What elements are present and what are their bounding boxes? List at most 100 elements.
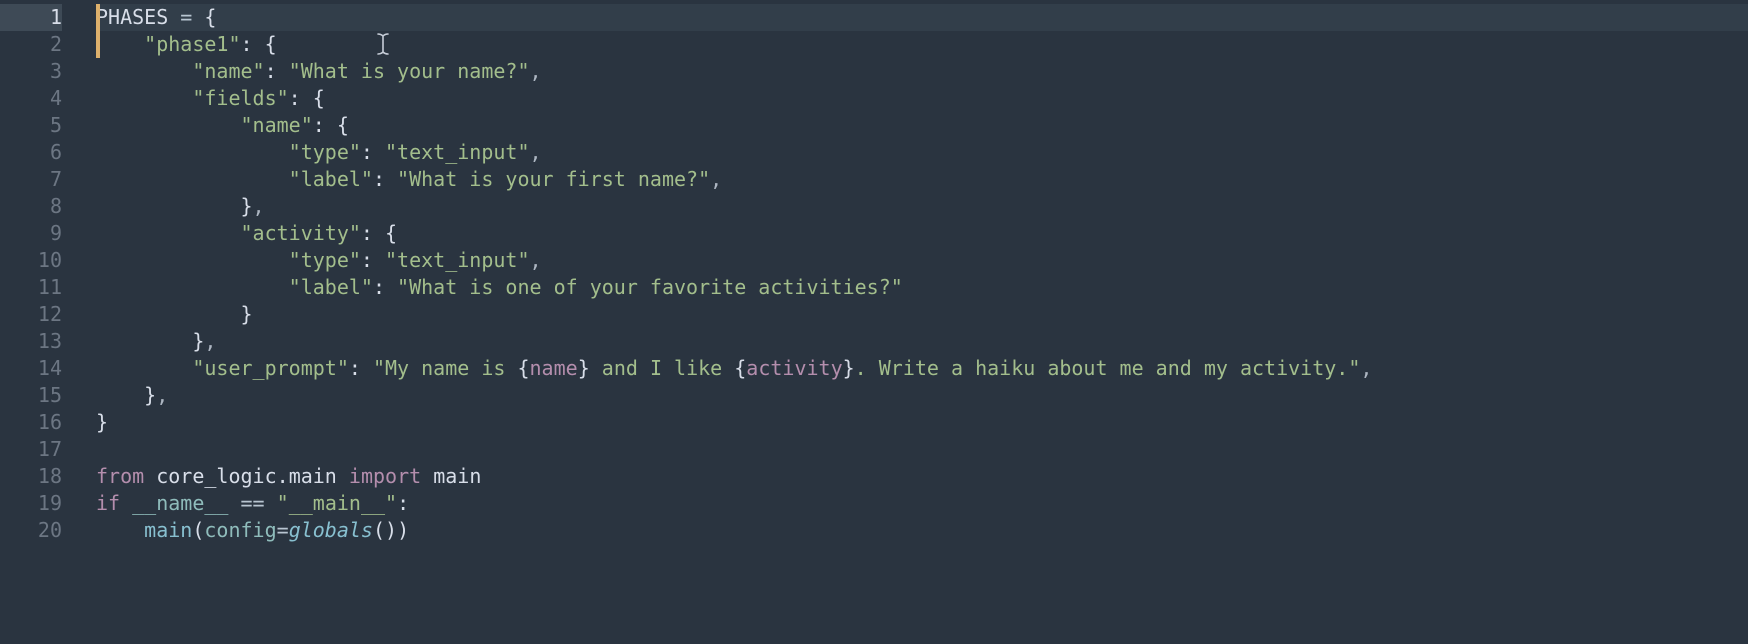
code-token: : <box>313 113 325 137</box>
code-token: "type" <box>289 248 361 272</box>
code-token: } <box>144 383 156 407</box>
code-line[interactable]: if __name__ == "__main__": <box>96 490 1748 517</box>
code-token: "text_input" <box>385 248 530 272</box>
code-line[interactable]: }, <box>96 193 1748 220</box>
code-token <box>265 491 277 515</box>
line-number: 3 <box>0 58 62 85</box>
code-token: activity <box>746 356 842 380</box>
code-token: == <box>241 491 265 515</box>
code-token: globals <box>289 518 373 542</box>
code-line[interactable]: "label": "What is one of your favorite a… <box>96 274 1748 301</box>
code-token: main <box>144 518 192 542</box>
code-token: : <box>265 59 277 83</box>
code-token: : <box>361 248 373 272</box>
code-line[interactable]: "user_prompt": "My name is {name} and I … <box>96 355 1748 382</box>
code-token: , <box>530 140 542 164</box>
code-token <box>325 113 337 137</box>
code-token: : <box>349 356 361 380</box>
code-token: : <box>397 491 409 515</box>
code-token <box>120 491 132 515</box>
code-token <box>96 329 192 353</box>
code-token <box>96 356 192 380</box>
code-token: , <box>1360 356 1372 380</box>
code-token: ( <box>192 518 204 542</box>
code-token <box>385 167 397 191</box>
code-line[interactable]: PHASES = { <box>96 4 1748 31</box>
code-line[interactable]: main(config=globals()) <box>96 517 1748 544</box>
code-token <box>373 248 385 272</box>
line-number: 1 <box>0 4 62 31</box>
code-token <box>361 356 373 380</box>
code-token: = <box>180 5 192 29</box>
code-line[interactable]: }, <box>96 328 1748 355</box>
code-line[interactable]: "type": "text_input", <box>96 247 1748 274</box>
code-token <box>301 86 313 110</box>
line-number: 10 <box>0 247 62 274</box>
code-token: { <box>385 221 397 245</box>
code-line[interactable]: } <box>96 409 1748 436</box>
line-number: 18 <box>0 463 62 490</box>
code-token <box>228 491 240 515</box>
code-token: "My name is <box>373 356 518 380</box>
code-token: __name__ <box>132 491 228 515</box>
line-number: 20 <box>0 517 62 544</box>
code-token <box>421 464 433 488</box>
code-token: main <box>433 464 481 488</box>
code-line[interactable]: from core_logic.main import main <box>96 463 1748 490</box>
code-line[interactable]: "name": { <box>96 112 1748 139</box>
code-token: : <box>361 221 373 245</box>
code-token: and I like <box>590 356 735 380</box>
code-area[interactable]: PHASES = { "phase1": { "name": "What is … <box>80 0 1748 644</box>
code-token: : <box>361 140 373 164</box>
code-token <box>373 221 385 245</box>
code-token: { <box>204 5 216 29</box>
change-marker-icon <box>96 31 100 58</box>
code-token <box>337 464 349 488</box>
code-token: from <box>96 464 144 488</box>
line-number-gutter: 1234567891011121314151617181920 <box>0 0 80 644</box>
code-token: } <box>241 194 253 218</box>
code-line[interactable]: "label": "What is your first name?", <box>96 166 1748 193</box>
code-token: name <box>530 356 578 380</box>
code-token: "activity" <box>241 221 361 245</box>
code-token: import <box>349 464 421 488</box>
code-token: { <box>265 32 277 56</box>
code-token: main <box>289 464 337 488</box>
code-token: , <box>530 248 542 272</box>
change-marker-icon <box>96 4 100 31</box>
code-token: "label" <box>289 275 373 299</box>
line-number: 16 <box>0 409 62 436</box>
code-token: "name" <box>192 59 264 83</box>
line-number: 8 <box>0 193 62 220</box>
code-editor[interactable]: 1234567891011121314151617181920 PHASES =… <box>0 0 1748 644</box>
code-token <box>96 518 144 542</box>
code-token: "What is one of your favorite activities… <box>397 275 903 299</box>
code-line[interactable] <box>96 436 1748 463</box>
code-line[interactable]: } <box>96 301 1748 328</box>
code-line[interactable]: "phase1": { <box>96 31 1748 58</box>
code-token <box>96 302 241 326</box>
code-token: } <box>241 302 253 326</box>
code-line[interactable]: "type": "text_input", <box>96 139 1748 166</box>
code-token: "__main__" <box>277 491 397 515</box>
code-line[interactable]: }, <box>96 382 1748 409</box>
code-token: () <box>373 518 397 542</box>
code-token <box>96 248 289 272</box>
code-line[interactable]: "fields": { <box>96 85 1748 112</box>
code-token: , <box>530 59 542 83</box>
code-token: "label" <box>289 167 373 191</box>
code-token <box>96 113 241 137</box>
code-token <box>385 275 397 299</box>
code-token: , <box>204 329 216 353</box>
code-line[interactable]: "name": "What is your name?", <box>96 58 1748 85</box>
line-number: 9 <box>0 220 62 247</box>
line-number: 12 <box>0 301 62 328</box>
code-token: "phase1" <box>144 32 240 56</box>
code-token: "name" <box>241 113 313 137</box>
code-token <box>253 32 265 56</box>
line-number: 13 <box>0 328 62 355</box>
code-token: "text_input" <box>385 140 530 164</box>
code-line[interactable]: "activity": { <box>96 220 1748 247</box>
code-token <box>96 383 144 407</box>
code-token <box>96 275 289 299</box>
